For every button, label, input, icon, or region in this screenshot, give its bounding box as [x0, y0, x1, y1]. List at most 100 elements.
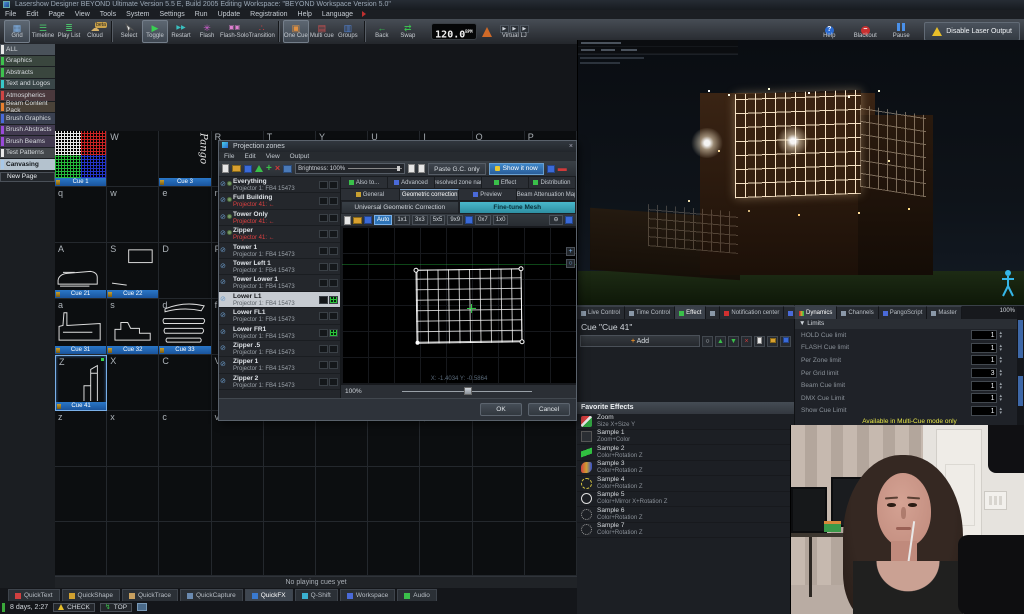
limit-value[interactable]: 3 — [971, 368, 997, 378]
virtual-lj-button[interactable]: ▶ — [520, 25, 529, 33]
menu-run[interactable]: Run — [190, 10, 213, 19]
menu-registration[interactable]: Registration — [245, 10, 292, 19]
swap-button[interactable]: ⇄Swap — [395, 20, 421, 43]
mesh-size-9x9[interactable]: 9x9 — [447, 215, 463, 225]
collapse-icon[interactable]: ⊖ — [549, 215, 563, 225]
tab-unresolved-zone-names[interactable]: Unresolved zone names — [435, 177, 482, 188]
mode-fine-tune-mesh[interactable]: Fine-tune Mesh — [459, 201, 577, 214]
save-mesh-icon[interactable] — [364, 216, 372, 224]
mesh-size-1x0[interactable]: 1x0 — [493, 215, 509, 225]
tab-geometric-correction[interactable]: Geometric correction — [400, 189, 459, 200]
cue-cell-7-3[interactable] — [159, 467, 211, 522]
tab-time-control[interactable]: Time Control — [625, 306, 675, 319]
quicktab-quickshape[interactable]: QuickShape — [62, 589, 120, 601]
limit-value[interactable]: 1 — [971, 343, 997, 353]
add-effect-button[interactable]: + Add — [580, 335, 700, 347]
favorite-effect-sample-2[interactable]: Sample 2Color+Rotation Z — [577, 445, 794, 461]
cancel-button[interactable]: Cancel — [528, 403, 570, 416]
cue-cell-4-3[interactable]: dCue 33 — [159, 299, 211, 355]
tab-doc[interactable] — [706, 306, 720, 319]
zone-toggle[interactable] — [329, 197, 338, 205]
quicktab-q-shift[interactable]: Q-Shift — [295, 589, 338, 601]
zoom-slider-handle[interactable] — [464, 387, 472, 395]
zone-disable-icon[interactable]: ⊘ — [220, 360, 226, 368]
zone-toggle[interactable] — [319, 361, 328, 369]
limit-value[interactable]: 1 — [971, 355, 997, 365]
sidebar-item-test-patterns[interactable]: Test Patterns — [0, 148, 55, 159]
zone-item-full-building[interactable]: ⊘Full BuildingProjector 41: ← — [219, 193, 340, 209]
menu-file[interactable]: File — [0, 10, 21, 19]
check-indicator[interactable]: CHECK — [53, 603, 95, 612]
favorite-effect-sample-5[interactable]: Sample 5Color+Mirror X+Rotation Z — [577, 492, 794, 508]
copy-icon[interactable] — [408, 164, 415, 173]
zone-disable-icon[interactable]: ⊘ — [220, 213, 226, 221]
remove-icon[interactable]: ▬ — [558, 164, 567, 173]
virtual-lj-button[interactable]: ▶ — [500, 25, 509, 33]
ok-button[interactable]: OK — [480, 403, 522, 416]
zone-list-icon[interactable] — [547, 165, 555, 173]
menu-tools[interactable]: Tools — [95, 10, 121, 19]
mesh-size-1x1[interactable]: 1x1 — [394, 215, 410, 225]
dialog-menu-file[interactable]: File — [219, 153, 239, 160]
tab-advanced[interactable]: Advanced — [388, 177, 435, 188]
cue-cell-7-2[interactable] — [107, 467, 159, 522]
zone-toggle[interactable] — [319, 329, 328, 337]
favorite-effect-zoom[interactable]: ZoomSize X+Size Y — [577, 414, 794, 430]
sidebar-item-all[interactable]: ALL — [0, 44, 55, 55]
metronome-icon[interactable] — [482, 27, 492, 37]
sidebar-item-canvasing[interactable]: Canvasing — [0, 159, 55, 170]
limit-spinner[interactable]: 1▴▾ — [971, 330, 1002, 340]
zone-toggle[interactable] — [329, 181, 338, 189]
zone-item-tower-lower-1[interactable]: ⊘Tower Lower 1Projector 1: FB4 15473 — [219, 275, 340, 291]
zone-disable-icon[interactable]: ⊘ — [220, 311, 226, 319]
zone-toggle[interactable] — [319, 378, 328, 386]
cloud-button[interactable]: ☁Cloudbeta — [82, 20, 108, 43]
spinner-arrows[interactable]: ▴▾ — [999, 394, 1002, 402]
zone-disable-icon[interactable]: ⊘ — [220, 344, 226, 352]
tab-distribution[interactable]: Distribution — [529, 177, 576, 188]
tab-dynamics[interactable]: Dynamics — [795, 306, 837, 319]
mesh-divider-icon[interactable] — [465, 216, 473, 224]
favorite-effect-sample-7[interactable]: Sample 7Color+Rotation Z — [577, 523, 794, 539]
zone-disable-icon[interactable]: ⊘ — [220, 229, 226, 237]
close-icon[interactable]: × — [569, 141, 573, 152]
dialog-menu-output[interactable]: Output — [285, 153, 315, 160]
add-zone-icon[interactable]: + — [266, 164, 272, 174]
spinner-arrows[interactable]: ▴▾ — [999, 344, 1002, 352]
mesh-view-icon[interactable] — [565, 216, 573, 224]
dialog-menu-edit[interactable]: Edit — [239, 153, 260, 160]
zone-toggle[interactable] — [329, 230, 338, 238]
cue-cell-6-3[interactable]: c — [159, 411, 211, 467]
bpm-display[interactable]: 120.0BPM — [431, 23, 477, 40]
monitor-icon[interactable] — [137, 603, 147, 611]
mesh-size-3x3[interactable]: 3x3 — [412, 215, 428, 225]
cue-cell-3-2[interactable]: SCue 22 — [107, 243, 159, 299]
mesh-grid[interactable] — [415, 268, 522, 343]
spinner-arrows[interactable]: ▴▾ — [999, 369, 1002, 377]
delete-effect-icon[interactable]: × — [741, 336, 752, 347]
favorite-effect-sample-6[interactable]: Sample 6Color+Rotation Z — [577, 507, 794, 523]
zone-item-lower-l1[interactable]: ⊘Lower L1Projector 1: FB4 15473 — [219, 292, 340, 308]
zoom-slider[interactable] — [402, 391, 532, 392]
mesh-size-auto[interactable]: Auto — [374, 215, 392, 225]
zone-toggle[interactable] — [319, 263, 328, 271]
flash-solo-button[interactable]: ▣▣Flash-Solo — [220, 20, 249, 43]
zone-toggle[interactable] — [329, 279, 338, 287]
cue-cell-1-2[interactable]: W — [107, 131, 159, 187]
zone-toggle[interactable] — [329, 378, 338, 386]
cue-cell-4-1[interactable]: aCue 31 — [55, 299, 107, 355]
open-icon[interactable] — [232, 165, 241, 172]
cue-cell-8-2[interactable] — [107, 522, 159, 577]
zone-toggle[interactable] — [319, 247, 328, 255]
cue-cell-1-3[interactable]: PangoCue 3 — [159, 131, 211, 187]
favorite-effect-sample-3[interactable]: Sample 3Color+Rotation Z — [577, 461, 794, 477]
sidebar-item-brush-graphics[interactable]: Brush Graphics — [0, 113, 55, 124]
play-list-button[interactable]: ≣Play List — [56, 20, 82, 43]
menu-edit[interactable]: Edit — [21, 10, 43, 19]
limit-spinner[interactable]: 3▴▾ — [971, 368, 1002, 378]
cue-cell-5-3[interactable]: C — [159, 355, 211, 411]
cue-cell-8-3[interactable] — [159, 522, 211, 577]
tab-channels[interactable]: Channels — [837, 306, 878, 319]
zone-toggle[interactable] — [329, 345, 338, 353]
search-icon[interactable]: ○ — [702, 336, 713, 347]
